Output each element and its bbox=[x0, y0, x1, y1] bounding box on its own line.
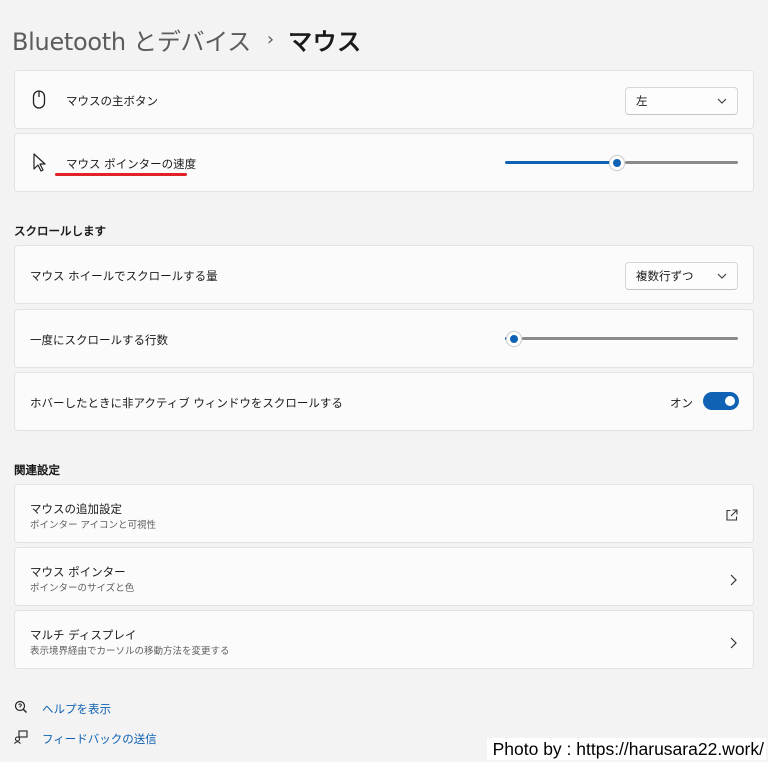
related-item-subtitle: 表示境界経由でカーソルの移動方法を変更する bbox=[30, 646, 230, 657]
inactive-scroll-toggle[interactable] bbox=[703, 392, 739, 410]
slider-track bbox=[522, 337, 738, 340]
wheel-scroll-dropdown[interactable]: 複数行ずつ bbox=[625, 262, 738, 290]
primary-button-dropdown[interactable]: 左 bbox=[625, 87, 738, 115]
related-item-title: マウス ポインター bbox=[30, 565, 126, 579]
related-item-subtitle: ポインター アイコンと可視性 bbox=[30, 520, 157, 531]
pointer-speed-slider[interactable] bbox=[505, 155, 738, 171]
slider-track-filled bbox=[505, 161, 613, 164]
feedback-link-label: フィードバックの送信 bbox=[42, 731, 157, 746]
slider-thumb[interactable] bbox=[506, 331, 522, 347]
inactive-scroll-label: ホバーしたときに非アクティブ ウィンドウをスクロールする bbox=[30, 396, 343, 410]
help-link[interactable]: ヘルプを表示 bbox=[14, 699, 111, 718]
breadcrumb-parent[interactable]: Bluetooth とデバイス bbox=[12, 22, 251, 57]
page-title: マウス bbox=[288, 27, 362, 56]
wheel-scroll-value: 複数行ずつ bbox=[636, 269, 694, 283]
toggle-state-label: オン bbox=[670, 396, 693, 410]
slider-track bbox=[625, 161, 738, 164]
feedback-link[interactable]: フィードバックの送信 bbox=[14, 729, 157, 748]
pointer-speed-label: マウス ポインターの速度 bbox=[66, 157, 197, 171]
chevron-down-icon bbox=[717, 88, 727, 125]
pointer-icon bbox=[32, 153, 48, 177]
feedback-icon bbox=[14, 729, 28, 748]
scroll-lines-label: 一度にスクロールする行数 bbox=[30, 333, 168, 347]
chevron-right-icon bbox=[729, 571, 737, 590]
slider-thumb[interactable] bbox=[609, 155, 625, 171]
related-section-title: 関連設定 bbox=[14, 463, 60, 477]
annotation-underline bbox=[55, 173, 187, 176]
related-item[interactable]: マウスの追加設定 ポインター アイコンと可視性 bbox=[14, 484, 754, 543]
inactive-scroll-setting: ホバーしたときに非アクティブ ウィンドウをスクロールする オン bbox=[14, 372, 754, 431]
scroll-section-title: スクロールします bbox=[14, 224, 106, 238]
scroll-lines-slider[interactable] bbox=[505, 331, 738, 347]
related-item-title: マウスの追加設定 bbox=[30, 502, 122, 516]
pointer-speed-setting: マウス ポインターの速度 bbox=[14, 133, 754, 192]
related-item-title: マルチ ディスプレイ bbox=[30, 628, 137, 642]
related-item[interactable]: マウス ポインター ポインターのサイズと色 bbox=[14, 547, 754, 606]
wheel-scroll-setting: マウス ホイールでスクロールする量 複数行ずつ bbox=[14, 245, 754, 304]
external-link-icon bbox=[725, 507, 738, 526]
breadcrumb-separator: › bbox=[266, 28, 275, 50]
chevron-down-icon bbox=[717, 263, 727, 300]
wheel-scroll-label: マウス ホイールでスクロールする量 bbox=[30, 269, 218, 283]
primary-button-setting: マウスの主ボタン 左 bbox=[14, 70, 754, 129]
photo-credit: Photo by : https://harusara22.work/ bbox=[486, 738, 766, 760]
scroll-lines-setting: 一度にスクロールする行数 bbox=[14, 309, 754, 368]
help-icon bbox=[14, 699, 28, 718]
related-item[interactable]: マルチ ディスプレイ 表示境界経由でカーソルの移動方法を変更する bbox=[14, 610, 754, 669]
help-link-label: ヘルプを表示 bbox=[42, 701, 111, 716]
related-item-subtitle: ポインターのサイズと色 bbox=[30, 583, 135, 594]
mouse-icon bbox=[31, 90, 47, 114]
primary-button-value: 左 bbox=[636, 94, 648, 108]
primary-button-label: マウスの主ボタン bbox=[66, 94, 158, 108]
breadcrumb: Bluetooth とデバイス › マウス bbox=[12, 22, 362, 56]
chevron-right-icon bbox=[729, 634, 737, 653]
